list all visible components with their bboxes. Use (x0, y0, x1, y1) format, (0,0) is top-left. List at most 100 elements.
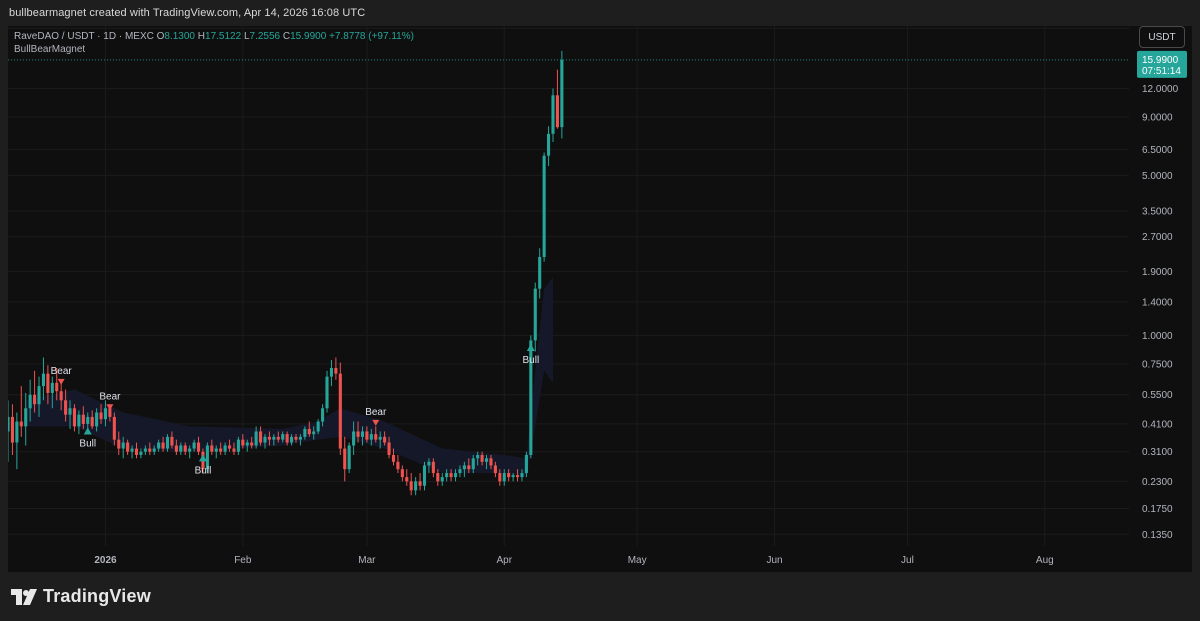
candle-body[interactable] (476, 454, 480, 459)
candle-body[interactable] (46, 373, 50, 393)
candle-body[interactable] (161, 442, 165, 449)
candle-body[interactable] (126, 442, 130, 452)
candle-body[interactable] (360, 431, 365, 437)
candle-body[interactable] (449, 473, 453, 478)
candle-body[interactable] (95, 412, 99, 427)
candle-body[interactable] (560, 59, 564, 128)
candle-body[interactable] (86, 416, 90, 424)
candle-body[interactable] (148, 448, 152, 452)
candle-body[interactable] (321, 408, 325, 422)
candle-body[interactable] (458, 469, 462, 474)
candle-body[interactable] (241, 439, 245, 446)
candle-body[interactable] (285, 434, 289, 443)
candle-body[interactable] (174, 445, 178, 452)
candle-body[interactable] (121, 442, 125, 449)
candle-body[interactable] (99, 412, 103, 420)
candle-body[interactable] (214, 448, 218, 452)
candle-body[interactable] (24, 408, 28, 427)
candle-body[interactable] (374, 434, 378, 440)
candle-body[interactable] (245, 442, 249, 446)
candle-body[interactable] (8, 416, 10, 432)
candle-body[interactable] (489, 458, 493, 466)
candle-body[interactable] (152, 448, 156, 452)
candle-body[interactable] (117, 439, 121, 449)
candle-body[interactable] (41, 373, 45, 387)
candle-body[interactable] (267, 436, 271, 440)
candle-body[interactable] (68, 408, 72, 415)
candle-body[interactable] (538, 257, 542, 289)
candle-body[interactable] (524, 454, 528, 474)
candle-body[interactable] (427, 461, 431, 466)
tradingview-logo[interactable]: TradingView (11, 586, 151, 607)
candle-body[interactable] (298, 436, 302, 440)
candle-body[interactable] (329, 367, 334, 377)
candle-body[interactable] (414, 481, 418, 491)
candle-body[interactable] (338, 373, 342, 449)
candle-body[interactable] (542, 155, 546, 258)
candle-body[interactable] (112, 416, 116, 440)
candle-body[interactable] (263, 436, 267, 443)
candle-body[interactable] (480, 454, 484, 462)
candle-body[interactable] (378, 436, 382, 440)
candle-body[interactable] (10, 416, 14, 443)
candle-body[interactable] (232, 448, 236, 452)
candle-body[interactable] (64, 400, 68, 415)
candle-body[interactable] (157, 442, 161, 449)
candle-body[interactable] (365, 431, 369, 440)
candle-body[interactable] (15, 421, 19, 443)
candle-body[interactable] (134, 448, 139, 455)
candle-body[interactable] (55, 382, 59, 392)
candle-body[interactable] (130, 448, 134, 452)
candle-body[interactable] (387, 442, 391, 455)
candle-body[interactable] (352, 431, 356, 446)
candle-body[interactable] (170, 436, 174, 446)
candle-body[interactable] (139, 451, 143, 455)
candle-body[interactable] (369, 434, 373, 440)
candle-body[interactable] (28, 394, 32, 409)
candle-body[interactable] (290, 436, 294, 443)
candle-body[interactable] (409, 481, 413, 491)
candle-body[interactable] (498, 473, 502, 482)
candle-body[interactable] (294, 436, 298, 440)
candle-body[interactable] (422, 465, 427, 486)
candle-body[interactable] (227, 445, 232, 449)
candle-body[interactable] (37, 386, 41, 405)
chart-canvas[interactable]: BearBullBearBullBearBull22.000012.00009.… (8, 26, 1192, 572)
candle-body[interactable] (396, 461, 400, 470)
candle-body[interactable] (143, 448, 147, 452)
candle-body[interactable] (555, 95, 559, 128)
candle-body[interactable] (325, 376, 329, 409)
candle-body[interactable] (179, 445, 183, 452)
candle-body[interactable] (383, 436, 387, 443)
candle-body[interactable] (250, 442, 254, 446)
candle-body[interactable] (312, 431, 316, 435)
candle-body[interactable] (334, 367, 338, 374)
candle-body[interactable] (436, 473, 440, 482)
candle-body[interactable] (511, 475, 515, 478)
candle-body[interactable] (59, 391, 63, 401)
candle-body[interactable] (347, 445, 351, 470)
candle-body[interactable] (90, 416, 94, 427)
candle-body[interactable] (196, 442, 201, 452)
candle-body[interactable] (445, 473, 449, 478)
candle-body[interactable] (254, 431, 258, 446)
candle-body[interactable] (77, 414, 81, 427)
candle-body[interactable] (467, 465, 471, 470)
candle-body[interactable] (471, 458, 475, 470)
candle-body[interactable] (210, 445, 214, 452)
symbol-name[interactable]: RaveDAO / USDT · 1D · MEXC (14, 31, 154, 42)
candle-body[interactable] (400, 469, 404, 478)
candle-body[interactable] (281, 434, 285, 440)
candle-body[interactable] (303, 428, 307, 437)
candle-body[interactable] (356, 431, 360, 437)
candle-body[interactable] (81, 414, 85, 424)
candle-body[interactable] (236, 439, 240, 452)
candle-body[interactable] (307, 428, 311, 435)
currency-button[interactable]: USDT (1139, 26, 1185, 48)
candle-body[interactable] (520, 473, 524, 478)
candle-body[interactable] (276, 436, 280, 440)
candle-body[interactable] (183, 445, 187, 452)
candle-body[interactable] (484, 458, 489, 462)
candle-body[interactable] (515, 475, 520, 478)
candle-body[interactable] (431, 461, 435, 474)
